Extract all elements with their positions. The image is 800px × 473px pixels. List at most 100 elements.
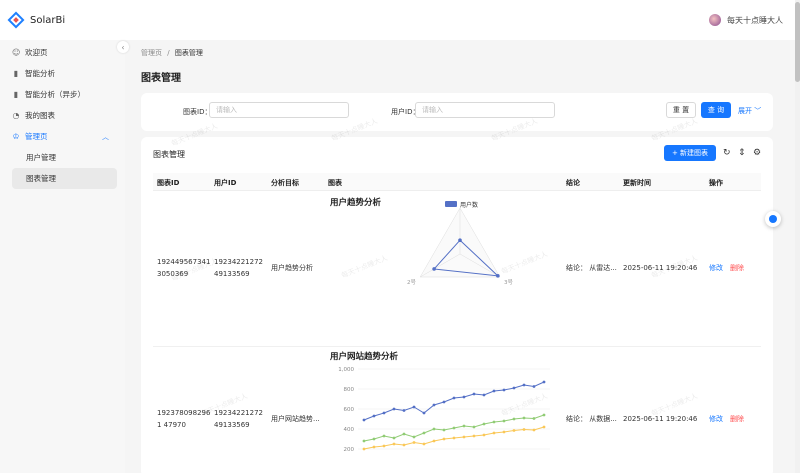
chat-icon [769,215,777,223]
conclusion-cell: 结论： 从数据... [566,415,617,423]
data-point [532,417,536,420]
data-point [372,414,376,418]
delete-link[interactable]: 删除 [730,262,744,274]
data-point [442,400,446,404]
series-line [363,381,545,421]
y-tick-label: 200 [344,447,355,453]
sidebar-item-label: 图表管理 [26,174,56,183]
chevron-up-icon: ︿ [102,132,109,141]
y-tick-label: 600 [344,407,355,413]
data-point [502,430,506,434]
data-point [382,444,386,448]
radar-point [496,274,500,278]
data-point [542,425,546,429]
data-point [392,442,396,446]
user-menu[interactable]: 每天十点睡大人 [709,14,783,26]
logo-icon [7,11,25,29]
chart-id-cell: 1924495673413050369 [157,258,211,278]
sidebar: ☺ 欢迎页 ▮ 智能分析 ▮ 智能分析（异步） ◔ 我的图表 ♔ 管理页 ︿ 用… [0,40,125,473]
updated-cell: 2025-06-11 19:20:46 [623,264,698,272]
chart-title: 用户网站趋势分析 [330,352,399,362]
data-point [372,437,376,441]
sidebar-item-my-charts[interactable]: ◔ 我的图表 [0,105,125,126]
table-row: 1924495673413050369 1923422127249133569 … [153,192,761,347]
chart-id-cell: 1923780982961 47970 [157,409,211,429]
brand[interactable]: SolarBi [7,11,66,29]
column-header: 操作 [709,179,723,187]
reset-button[interactable]: 重 置 [666,102,696,118]
y-tick-label: 800 [344,387,355,393]
sidebar-item-chart-management[interactable]: 图表管理 [12,168,117,189]
app-name: SolarBi [30,14,66,26]
data-point [372,445,376,449]
data-point [402,443,406,447]
column-header: 图表ID [157,179,180,187]
data-point [472,392,476,396]
column-header: 分析目标 [271,179,299,187]
data-point [382,411,386,415]
data-point [482,422,486,426]
sidebar-item-label: 管理页 [25,132,48,141]
scroll-thumb[interactable] [795,2,800,82]
sidebar-item-user-management[interactable]: 用户管理 [0,147,125,168]
data-point [462,424,466,428]
sidebar-item-smart-analysis-async[interactable]: ▮ 智能分析（异步） [0,84,125,105]
chart-id-label: 图表ID： [183,108,212,116]
edit-link[interactable]: 修改 [709,413,723,425]
data-point [452,426,456,430]
reload-icon[interactable]: ↻ [723,148,731,158]
radar-point [432,267,436,271]
data-point [392,436,396,440]
table-header: 图表ID 用户ID 分析目标 图表 结论 更新时间 ⇵ 操作 [153,173,761,191]
column-header[interactable]: 更新时间 [623,178,651,188]
column-header: 用户ID [214,179,237,187]
data-point [432,427,436,431]
page-title: 图表管理 [141,73,181,84]
data-point [502,388,506,392]
data-point [452,396,456,400]
breadcrumb-root[interactable]: 管理页 [141,49,162,57]
data-point [362,439,366,443]
goal-cell: 用户网站趋势... [271,415,320,423]
gear-icon[interactable]: ⚙ [753,148,761,158]
pie-chart-icon: ◔ [12,111,20,120]
delete-link[interactable]: 删除 [730,413,744,425]
user-id-cell: 1923422127249133569 [214,258,263,278]
data-point [412,441,416,444]
data-point [412,435,416,439]
sidebar-item-smart-analysis[interactable]: ▮ 智能分析 [0,63,125,84]
data-point [522,416,526,420]
query-button[interactable]: 查 询 [701,102,731,118]
updated-cell: 2025-06-11 19:20:46 [623,415,698,423]
bar-chart-icon: ▮ [13,69,19,78]
sidebar-item-label: 智能分析 [25,69,55,78]
data-point [422,411,426,415]
radar-indicator-label: 3号 [504,279,513,286]
user-id-input[interactable]: 请输入 [415,102,555,118]
data-point [452,436,456,440]
data-point [542,413,546,417]
radar-indicator-label: 2号 [407,279,416,286]
data-point [362,447,366,451]
new-chart-button[interactable]: + 新建图表 [664,145,716,161]
data-point [532,428,536,432]
sidebar-item-welcome[interactable]: ☺ 欢迎页 [0,42,125,63]
chart-title: 用户趋势分析 [330,198,382,208]
data-point [362,418,366,422]
chart-id-input[interactable]: 请输入 [209,102,349,118]
data-point [512,386,516,390]
goal-cell: 用户趋势分析 [271,264,313,272]
edit-link[interactable]: 修改 [709,262,723,274]
table-row: 1923780982961 47970 1923422127249133569 … [153,347,761,473]
assistant-float-button[interactable] [765,211,781,227]
sidebar-item-admin[interactable]: ♔ 管理页 ︿ [0,126,125,147]
page-scrollbar[interactable] [795,0,800,473]
line-chart: 1,000 800 600 400 200 [338,367,550,453]
breadcrumb-separator: / [167,49,170,57]
y-tick-label: 400 [344,427,355,433]
density-icon[interactable]: ⇕ [738,148,746,158]
data-point [542,380,546,384]
chevron-down-icon: ﹀ [754,107,762,115]
expand-toggle[interactable]: 展开 ﹀ [738,106,761,116]
data-point [502,419,506,423]
